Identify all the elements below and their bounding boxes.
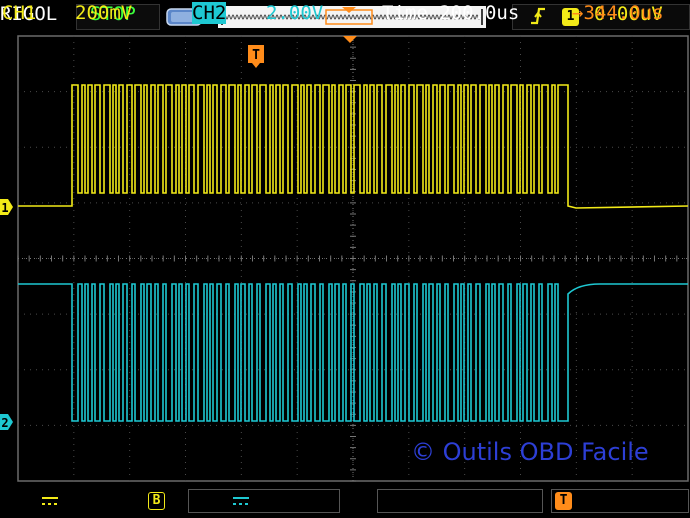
trigger-offset-number: 344.0us bbox=[583, 2, 664, 24]
dc-coupling-icon bbox=[233, 497, 249, 505]
rising-edge-icon bbox=[531, 7, 545, 25]
dc-coupling-icon bbox=[42, 497, 58, 505]
ch2-vertical-scale: 2.00V bbox=[266, 2, 324, 24]
waveform-display[interactable]: T 1 2 bbox=[0, 35, 690, 485]
timebase-panel[interactable] bbox=[377, 489, 543, 513]
timebase-value: 200.0us bbox=[439, 2, 520, 24]
trigger-time-badge-label: T bbox=[252, 48, 260, 63]
ch1-vertical-scale[interactable]: 200mV bbox=[75, 2, 132, 24]
timebase-label: Time 200.0us bbox=[382, 2, 519, 24]
watermark-text: © Outils OBD Facile bbox=[411, 438, 649, 466]
ch2-panel[interactable] bbox=[188, 489, 340, 513]
trigger-offset-badge: T bbox=[555, 492, 572, 510]
ch2-marker-label: 2 bbox=[1, 416, 8, 430]
ch1-marker-label: 1 bbox=[1, 201, 8, 215]
ch1-bandwidth-limit-badge: B bbox=[148, 492, 165, 510]
trigger-offset-value: →344.0us bbox=[572, 2, 664, 24]
ch1-label[interactable]: CH1 bbox=[2, 2, 36, 24]
ch2-label: CH2 bbox=[192, 2, 227, 24]
time-caption: Time bbox=[382, 2, 428, 24]
